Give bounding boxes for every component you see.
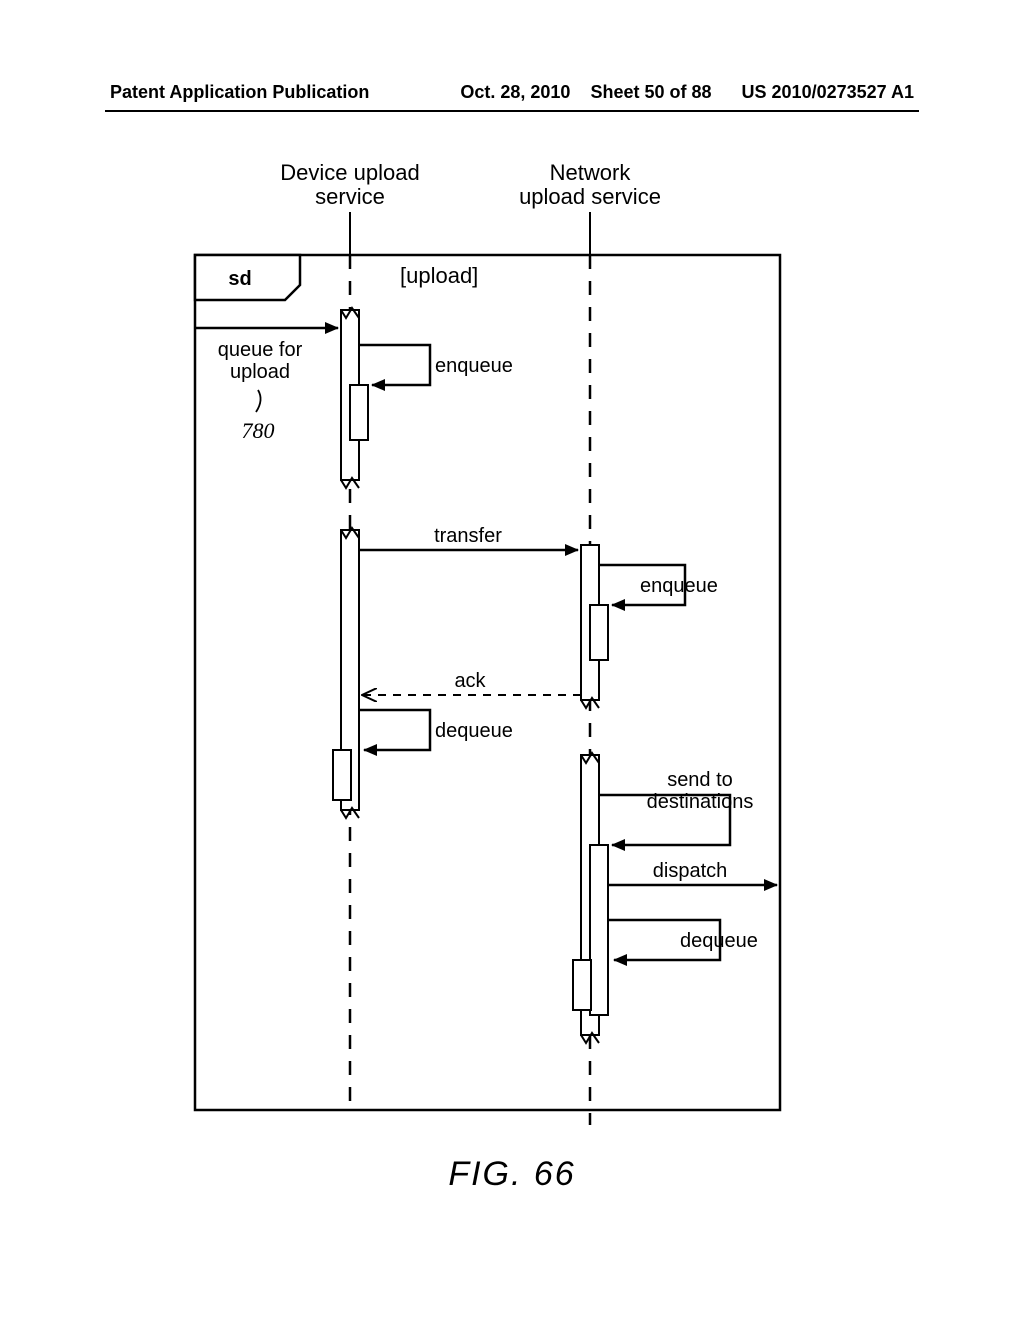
msg-send-label2: destinations: [647, 791, 754, 813]
lifeline-device-label1: Device upload: [280, 160, 419, 185]
msg-dequeue-device-label: dequeue: [435, 720, 513, 742]
header-right: Oct. 28, 2010 Sheet 50 of 88 US 2010/027…: [460, 82, 914, 103]
sd-label: sd: [228, 268, 251, 290]
msg-queue-label1: queue for: [218, 339, 303, 361]
page-header: Patent Application Publication Oct. 28, …: [0, 82, 1024, 103]
lifeline-device-label2: service: [315, 184, 385, 209]
msg-dequeue-network-label: dequeue: [680, 930, 758, 952]
header-pubno: US 2010/0273527 A1: [742, 82, 914, 102]
network-enqueue-nested: [590, 605, 608, 660]
header-rule: [105, 110, 919, 112]
figure-label: FIG. 66: [0, 1155, 1024, 1194]
lifeline-network-label1: Network: [550, 160, 632, 185]
msg-enqueue-network-label: enqueue: [640, 575, 718, 597]
msg-queue-label2: upload: [230, 361, 290, 383]
sequence-diagram: Device upload service Network upload ser…: [0, 150, 1024, 1130]
header-left: Patent Application Publication: [110, 82, 369, 103]
msg-dispatch-label: dispatch: [653, 860, 728, 882]
lifeline-network-label2: upload service: [519, 184, 661, 209]
msg-send-label1: send to: [667, 769, 733, 791]
page: Patent Application Publication Oct. 28, …: [0, 0, 1024, 1320]
refnum-tick: [256, 390, 261, 412]
header-sheet: Sheet 50 of 88: [590, 82, 711, 102]
msg-dequeue-device: [359, 710, 430, 750]
network-dequeue-nested: [573, 960, 591, 1010]
refnum-780: 780: [242, 418, 275, 443]
msg-enqueue-device-label: enqueue: [435, 355, 513, 377]
device-dequeue-nested: [333, 750, 351, 800]
network-send-nested: [590, 845, 608, 1015]
sd-frame: [195, 255, 780, 1110]
header-date: Oct. 28, 2010: [460, 82, 570, 102]
msg-enqueue-device: [359, 345, 430, 385]
msg-ack-label: ack: [454, 670, 486, 692]
upload-condition: [upload]: [400, 263, 478, 288]
msg-transfer-label: transfer: [434, 525, 502, 547]
device-enqueue-nested: [350, 385, 368, 440]
diagram-container: Device upload service Network upload ser…: [0, 150, 1024, 1135]
